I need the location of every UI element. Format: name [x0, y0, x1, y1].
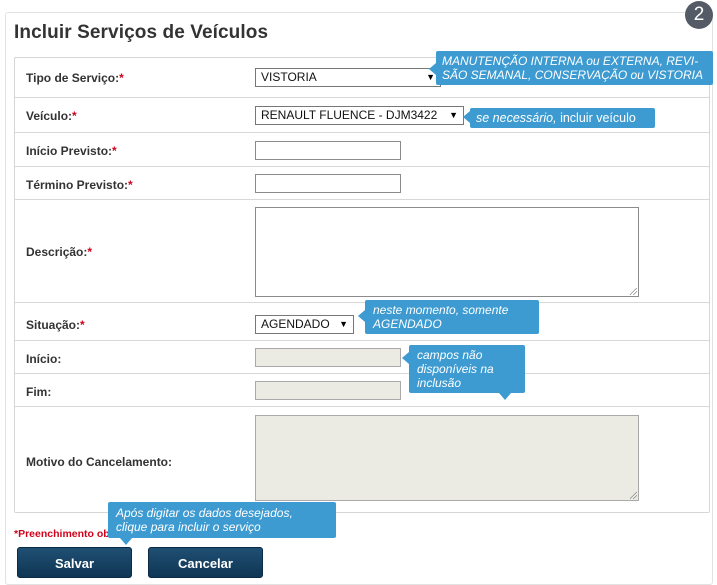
dropdown-arrow-icon: ▼ — [449, 110, 458, 120]
dropdown-arrow-icon: ▼ — [339, 319, 348, 329]
page: 2 Incluir Serviços de Veículos Tipo de S… — [0, 0, 717, 585]
tooltip-text: neste momento, somente — [373, 303, 509, 317]
motivo-cancelamento-textarea — [255, 415, 639, 501]
veiculo-tooltip: se necessário, incluir veículo — [463, 108, 655, 128]
veiculo-select[interactable]: RENAULT FLUENCE - DJM3422 ▼ — [255, 106, 464, 125]
fim-input — [255, 381, 401, 400]
row-termino-previsto: Término Previsto:* — [15, 167, 709, 200]
situacao-select[interactable]: AGENDADO ▼ — [255, 315, 354, 334]
required-mark: * — [80, 318, 85, 332]
tooltip-text-emphasis: se necessário, — [476, 111, 557, 125]
cancel-button[interactable]: Cancelar — [148, 547, 263, 578]
situacao-label: Situação:* — [26, 318, 85, 332]
inicio-label: Início: — [26, 352, 62, 366]
required-mark: * — [112, 144, 117, 158]
motivo-cancelamento-label: Motivo do Cancelamento: — [26, 455, 173, 469]
required-fields-note: *Preenchimento ob — [14, 528, 110, 540]
termino-previsto-label: Término Previsto:* — [26, 178, 133, 192]
tooltip-text: incluir veículo — [556, 111, 636, 125]
row-inicio-previsto: Início Previsto:* — [15, 133, 709, 167]
row-descricao: Descrição:* — [15, 200, 709, 303]
tooltip-pointer — [463, 111, 470, 123]
resize-grip-icon — [630, 492, 637, 499]
required-mark: * — [119, 71, 124, 85]
row-motivo-cancelamento: Motivo do Cancelamento: — [15, 407, 709, 512]
tooltip-pointer — [499, 393, 511, 400]
tipo-servico-label: Tipo de Serviço:* — [26, 71, 124, 85]
row-inicio: Início: — [15, 341, 709, 374]
tooltip-pointer — [358, 310, 365, 322]
tipo-servico-tooltip: MANUTENÇÃO INTERNA ou EXTERNA, REVI- SÃO… — [429, 51, 713, 85]
row-situacao: Situação:* AGENDADO ▼ — [15, 303, 709, 341]
tipo-servico-select[interactable]: VISTORIA ▼ — [255, 68, 441, 87]
tooltip-pointer — [429, 63, 436, 75]
tooltip-text: Após digitar os dados desejados, — [116, 506, 293, 520]
tooltip-text: clique para incluir o serviço — [116, 520, 261, 534]
situacao-tooltip: neste momento, somente AGENDADO — [358, 300, 539, 334]
save-button[interactable]: Salvar — [17, 547, 132, 578]
required-mark: * — [72, 109, 77, 123]
inicio-previsto-label: Início Previsto:* — [26, 144, 117, 158]
inicio-input — [255, 348, 401, 367]
row-fim: Fim: — [15, 374, 709, 407]
required-mark: * — [128, 178, 133, 192]
termino-previsto-input[interactable] — [255, 174, 401, 193]
fim-label: Fim: — [26, 385, 52, 399]
descricao-textarea[interactable] — [255, 207, 639, 297]
descricao-label: Descrição:* — [26, 245, 93, 259]
tooltip-pointer — [120, 538, 132, 545]
tooltip-text: inclusão — [417, 376, 462, 390]
page-title: Incluir Serviços de Veículos — [14, 22, 269, 43]
tooltip-pointer — [402, 352, 409, 364]
tooltip-text: campos não — [417, 348, 483, 362]
tooltip-text: AGENDADO — [373, 317, 442, 331]
resize-grip-icon[interactable] — [630, 288, 637, 295]
tooltip-text: disponíveis na — [417, 362, 494, 376]
step-badge: 2 — [685, 1, 713, 29]
campos-indisponiveis-tooltip: campos não disponíveis na inclusão — [402, 345, 525, 400]
veiculo-label: Veículo:* — [26, 109, 77, 123]
tooltip-text: SÃO SEMANAL, CONSERVAÇÃO ou VISTORIA — [442, 68, 703, 82]
salvar-tooltip: Após digitar os dados desejados, clique … — [108, 502, 336, 545]
tooltip-text: MANUTENÇÃO INTERNA ou EXTERNA, REVI- — [442, 54, 699, 68]
required-mark: * — [87, 245, 93, 259]
inicio-previsto-input[interactable] — [255, 141, 401, 160]
